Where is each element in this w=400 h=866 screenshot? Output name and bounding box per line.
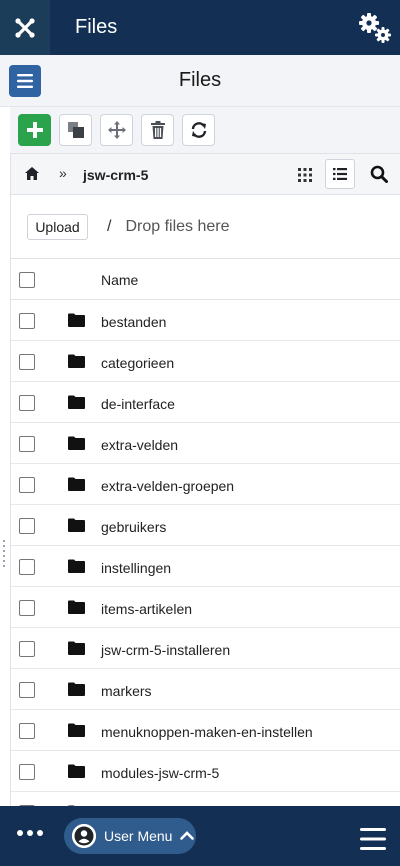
folder-icon [68,600,85,619]
folder-name[interactable]: markers [101,683,152,699]
table-row[interactable]: gebruikers [11,505,400,546]
chevron-up-icon [180,827,195,845]
grid-view-icon[interactable] [298,168,312,187]
folder-name[interactable]: instellingen [101,560,171,576]
user-menu-label: User Menu [104,828,173,844]
row-checkbox[interactable] [19,395,35,411]
folder-icon [68,682,85,701]
user-avatar-icon [72,824,96,848]
search-icon[interactable] [370,165,388,188]
breadcrumb-current[interactable]: jsw-crm-5 [83,167,148,183]
row-checkbox[interactable] [19,600,35,616]
table-header: Name [11,259,400,300]
move-icon [107,121,126,139]
folder-icon [68,518,85,537]
row-checkbox[interactable] [19,518,35,534]
folder-name[interactable]: gebruikers [101,519,166,535]
folder-name[interactable]: extra-velden [101,437,178,453]
sub-header: Files [0,55,400,107]
table-row[interactable]: extra-velden [11,423,400,464]
toolbar [10,107,400,153]
header-title: Files [75,16,118,38]
drop-zone[interactable]: / Drop files here [107,218,230,236]
table-row[interactable]: menuknoppen-maken-en-instellen [11,710,400,751]
table-row[interactable] [11,792,400,806]
gears-icon[interactable] [350,0,400,55]
folder-icon [68,395,85,414]
row-checkbox[interactable] [19,313,35,329]
move-button[interactable] [100,114,133,146]
refresh-icon [191,122,206,138]
file-list: bestanden categorieen de-interface extra… [11,300,400,806]
folder-name[interactable]: menuknoppen-maken-en-instellen [101,724,313,740]
drop-zone-label: Drop files here [125,218,230,235]
media-manager-panel: » jsw-crm-5 Upload / Drop files here Nam… [10,153,400,806]
folder-name[interactable]: items-artikelen [101,601,192,617]
folder-icon [68,723,85,742]
trash-icon [150,121,165,139]
drop-zone-slash: / [107,218,112,235]
column-name-header[interactable]: Name [101,272,138,288]
sidebar-resize-handle[interactable] [3,540,7,572]
folder-icon [68,641,85,660]
plus-icon [26,122,43,138]
row-checkbox[interactable] [19,354,35,370]
folder-icon [68,477,85,496]
folder-name[interactable]: extra-velden-groepen [101,478,234,494]
table-row[interactable]: extra-velden-groepen [11,464,400,505]
table-row[interactable]: de-interface [11,382,400,423]
folder-icon [68,436,85,455]
upload-area: Upload / Drop files here [11,195,400,259]
select-all-checkbox[interactable] [19,272,35,288]
copy-icon [67,122,84,138]
delete-button[interactable] [141,114,174,146]
list-view-icon[interactable] [325,159,355,189]
row-checkbox[interactable] [19,723,35,739]
row-checkbox[interactable] [19,436,35,452]
home-icon[interactable] [25,167,39,185]
row-checkbox[interactable] [19,559,35,575]
folder-name[interactable]: de-interface [101,396,175,412]
folder-icon [68,313,85,332]
more-dots-icon[interactable] [17,830,43,836]
row-checkbox[interactable] [19,764,35,780]
row-checkbox[interactable] [19,641,35,657]
table-row[interactable]: categorieen [11,341,400,382]
folder-name[interactable]: categorieen [101,355,174,371]
top-header: Files [0,0,400,55]
breadcrumb-separator: » [59,165,67,181]
refresh-button[interactable] [182,114,215,146]
folder-name[interactable]: bestanden [101,314,166,330]
menu-toggle-icon[interactable] [9,65,41,97]
page-title: Files [178,69,222,91]
table-row[interactable]: bestanden [11,300,400,341]
breadcrumb: » jsw-crm-5 [11,153,400,195]
hamburger-icon[interactable] [360,828,386,855]
copy-button[interactable] [59,114,92,146]
user-menu-button[interactable]: User Menu [64,818,196,854]
row-checkbox[interactable] [19,682,35,698]
table-row[interactable]: instellingen [11,546,400,587]
table-row[interactable]: markers [11,669,400,710]
table-row[interactable]: items-artikelen [11,587,400,628]
folder-name[interactable]: modules-jsw-crm-5 [101,765,219,781]
table-row[interactable]: jsw-crm-5-installeren [11,628,400,669]
joomla-logo-icon[interactable] [0,0,50,55]
add-button[interactable] [18,114,51,146]
folder-icon [68,559,85,578]
row-checkbox[interactable] [19,477,35,493]
folder-icon [68,354,85,373]
folder-name[interactable]: jsw-crm-5-installeren [101,642,230,658]
folder-icon [68,764,85,783]
table-row[interactable]: modules-jsw-crm-5 [11,751,400,792]
bottom-bar: User Menu [0,806,400,866]
upload-button[interactable]: Upload [27,214,88,240]
